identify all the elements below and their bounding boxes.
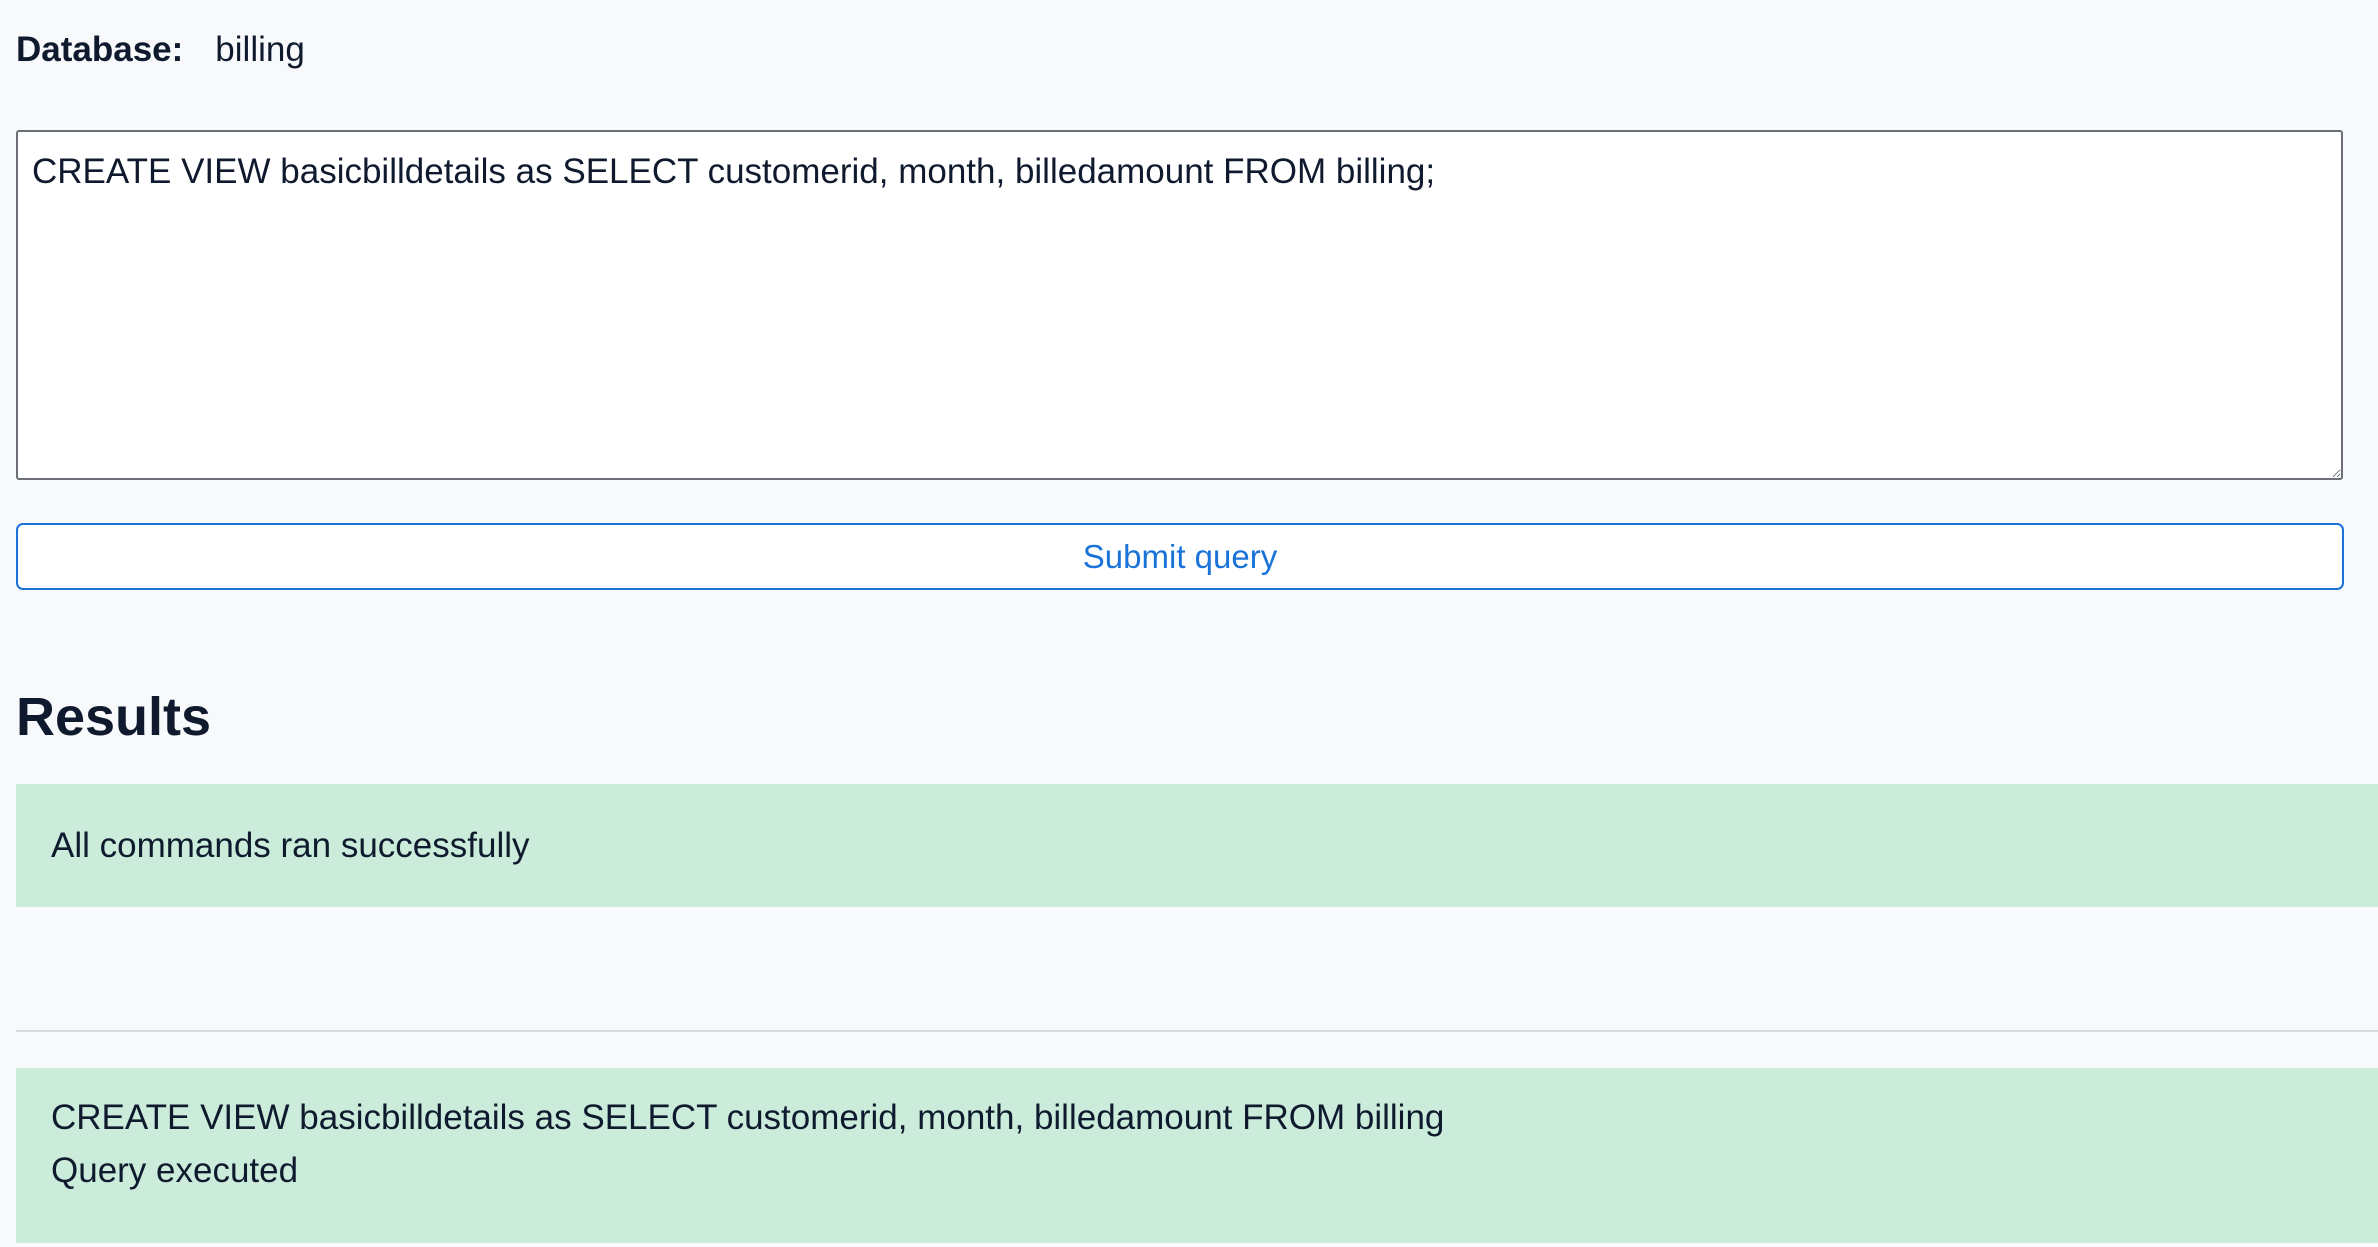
database-row: Database: billing — [16, 28, 305, 72]
database-label: Database: — [16, 30, 184, 69]
divider — [16, 1030, 2378, 1032]
executed-statement: CREATE VIEW basicbilldetails as SELECT c… — [51, 1098, 1445, 1137]
success-alert: All commands ran successfully — [16, 784, 2378, 907]
results-heading: Results — [16, 687, 212, 747]
query-input[interactable] — [16, 130, 2343, 480]
database-name: billing — [215, 30, 305, 69]
success-message: All commands ran successfully — [51, 826, 530, 865]
query-result-alert: CREATE VIEW basicbilldetails as SELECT c… — [16, 1068, 2378, 1243]
query-status: Query executed — [51, 1151, 299, 1190]
submit-query-button[interactable]: Submit query — [16, 523, 2344, 590]
